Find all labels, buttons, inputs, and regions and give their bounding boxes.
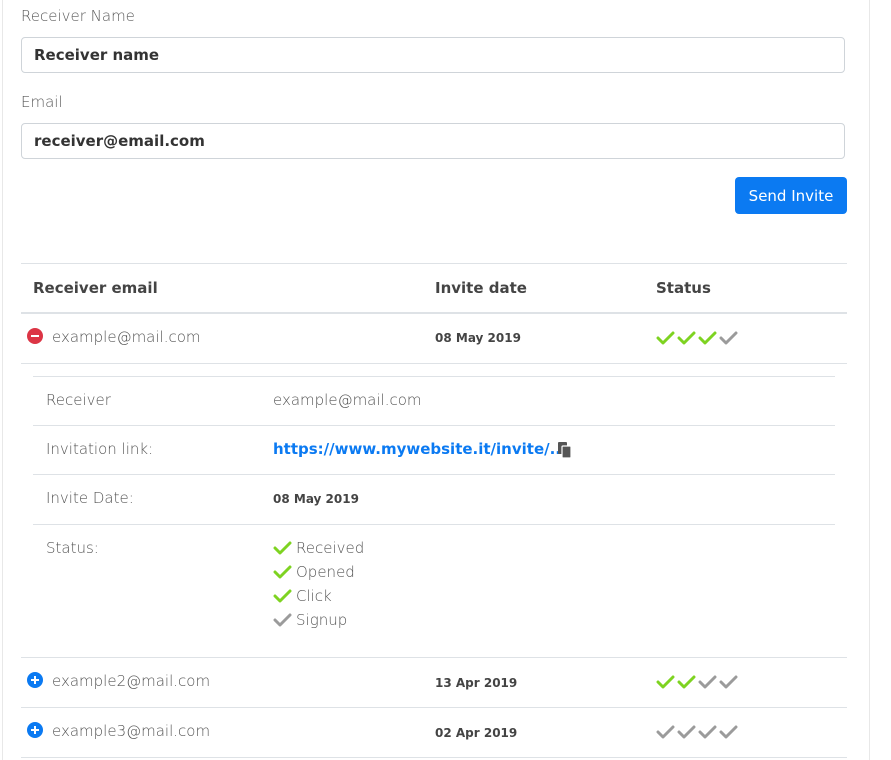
header-invite-date: Invite date (435, 279, 527, 297)
status-label: Signup (296, 611, 348, 629)
row-date: 13 Apr 2019 (435, 676, 518, 690)
row-divider (21, 707, 847, 708)
minus-circle-icon[interactable] (27, 328, 43, 344)
status-opened: Opened (273, 563, 355, 581)
send-invite-button[interactable]: Send Invite (735, 177, 847, 214)
detail-date-value: 08 May 2019 (273, 492, 359, 506)
row-status-checks (656, 724, 738, 739)
header-divider (21, 312, 847, 314)
check-icon (273, 613, 292, 627)
check-icon (273, 541, 292, 555)
row-email: example3@mail.com (52, 722, 211, 740)
receiver-name-label: Receiver Name (21, 7, 135, 25)
check-icon (698, 674, 717, 689)
invitation-link[interactable]: https://www.mywebsite.it/invite/... (273, 440, 567, 458)
row-divider (21, 363, 847, 364)
row-status-checks (656, 330, 738, 345)
email-input[interactable] (21, 123, 845, 159)
status-signup: Signup (273, 611, 347, 629)
table-top-border (21, 263, 847, 264)
details-divider (33, 524, 835, 525)
header-receiver-email: Receiver email (33, 279, 158, 297)
invite-panel (2, 0, 870, 760)
row-divider (21, 757, 847, 758)
details-top-border (33, 376, 835, 377)
check-icon (677, 330, 696, 345)
status-label: Received (296, 539, 365, 557)
row-email: example@mail.com (52, 328, 201, 346)
header-status: Status (656, 279, 711, 297)
check-icon (698, 724, 717, 739)
check-icon (656, 724, 675, 739)
check-icon (719, 674, 738, 689)
plus-circle-icon[interactable] (27, 672, 43, 688)
check-icon (273, 589, 292, 603)
row-divider (21, 657, 847, 658)
row-date: 08 May 2019 (435, 331, 521, 345)
check-icon (273, 565, 292, 579)
details-divider (33, 425, 835, 426)
status-received: Received (273, 539, 364, 557)
copy-icon[interactable] (557, 441, 573, 459)
status-click: Click (273, 587, 332, 605)
check-icon (656, 674, 675, 689)
plus-circle-icon[interactable] (27, 722, 43, 738)
check-icon (677, 674, 696, 689)
status-label: Click (296, 587, 332, 605)
detail-date-label: Invite Date: (46, 489, 134, 507)
receiver-name-input[interactable] (21, 37, 845, 73)
check-icon (656, 330, 675, 345)
status-label: Opened (296, 563, 355, 581)
details-divider (33, 474, 835, 475)
detail-link-label: Invitation link: (46, 440, 154, 458)
email-label: Email (21, 93, 63, 111)
check-icon (719, 724, 738, 739)
detail-receiver-value: example@mail.com (273, 391, 422, 409)
check-icon (698, 330, 717, 345)
row-date: 02 Apr 2019 (435, 726, 518, 740)
check-icon (677, 724, 696, 739)
detail-status-label: Status: (46, 539, 99, 557)
detail-receiver-label: Receiver (46, 391, 111, 409)
check-icon (719, 330, 738, 345)
row-status-checks (656, 674, 738, 689)
row-email: example2@mail.com (52, 672, 211, 690)
